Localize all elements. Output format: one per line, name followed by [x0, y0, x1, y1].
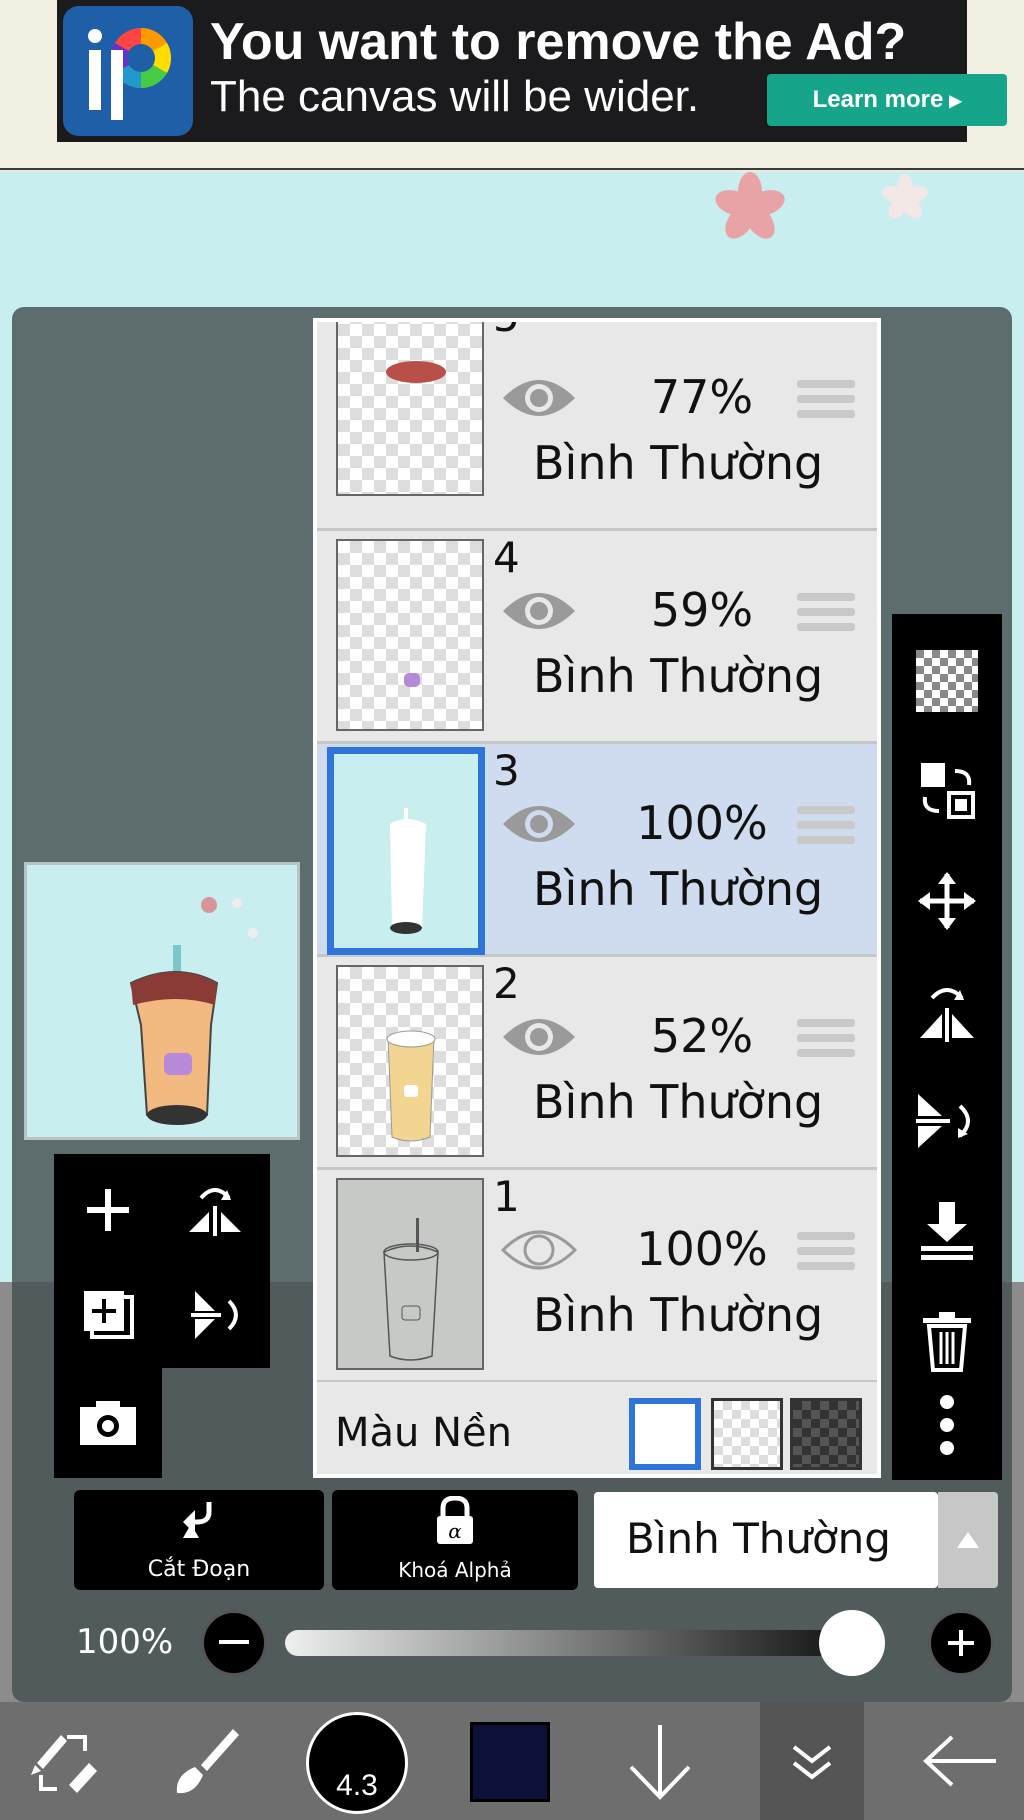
dropdown-arrow-icon[interactable] — [938, 1492, 998, 1588]
current-color-swatch[interactable] — [470, 1722, 550, 1802]
brush-icon[interactable] — [150, 1702, 260, 1820]
layer-thumbnail — [336, 1178, 484, 1370]
flip-vertical-icon[interactable] — [892, 1066, 1002, 1176]
back-arrow-icon[interactable] — [900, 1702, 1020, 1820]
layer-row-3[interactable]: 3 100% Bình Thường — [317, 744, 877, 957]
sakura-decoration — [715, 172, 785, 239]
transparency-checker-button[interactable] — [892, 626, 1002, 736]
tool-switch-icon[interactable] — [10, 1702, 120, 1820]
eye-hidden-icon[interactable] — [499, 1220, 579, 1280]
drag-handle-icon[interactable] — [797, 593, 855, 637]
background-color-row: Màu Nền — [317, 1382, 877, 1474]
layer-row-1[interactable]: 1 100% Bình Thường — [317, 1170, 877, 1383]
layer-row-4[interactable]: 4 59% Bình Thường — [317, 531, 877, 744]
ad-banner[interactable]: You want to remove the Ad? The canvas wi… — [57, 0, 1007, 142]
layer-blend-mode[interactable]: Bình Thường — [533, 649, 823, 703]
ad-bar: You want to remove the Ad? The canvas wi… — [0, 0, 1024, 170]
eye-visible-icon[interactable] — [499, 794, 579, 854]
sakura-decoration — [881, 174, 929, 219]
eye-visible-icon[interactable] — [499, 368, 579, 428]
layer-opacity[interactable]: 77% — [622, 370, 782, 424]
flip-layer-horizontal-button[interactable] — [165, 1160, 265, 1260]
drag-handle-icon[interactable] — [797, 380, 855, 424]
down-arrow-icon[interactable] — [610, 1702, 710, 1820]
opacity-label: 100% — [76, 1622, 174, 1662]
drag-handle-icon[interactable] — [797, 806, 855, 850]
drag-handle-icon[interactable] — [797, 1019, 855, 1063]
opacity-increase-button[interactable] — [928, 1610, 994, 1676]
flip-horizontal-icon[interactable] — [892, 956, 1002, 1066]
layer-opacity[interactable]: 52% — [622, 1009, 782, 1063]
layers-list[interactable]: 5 77% Bình Thường 4 59% Bình Thường 3 10… — [313, 318, 881, 1478]
alpha-lock-label: Khoá Alphả — [398, 1558, 512, 1582]
brush-size-button[interactable]: 4.3 — [306, 1712, 408, 1814]
merge-down-icon[interactable] — [892, 1176, 1002, 1286]
ad-subtitle: The canvas will be wider. — [210, 72, 700, 121]
canvas-preview[interactable] — [24, 862, 300, 1140]
duplicate-layer-button[interactable] — [58, 1265, 158, 1365]
blend-mode-value: Bình Thường — [626, 1514, 891, 1563]
background-color-label: Màu Nền — [335, 1410, 512, 1456]
add-layer-button[interactable] — [58, 1160, 158, 1260]
learn-more-label: Learn more — [812, 86, 944, 113]
layer-number: 1 — [493, 1172, 520, 1221]
bg-dark-checker-swatch[interactable] — [790, 1398, 862, 1470]
layer-number: 4 — [493, 533, 520, 582]
eye-visible-icon[interactable] — [499, 1007, 579, 1067]
ad-title: You want to remove the Ad? — [210, 13, 907, 71]
blend-mode-dropdown[interactable]: Bình Thường — [594, 1492, 938, 1588]
alpha-lock-button[interactable]: α Khoá Alphả — [332, 1490, 578, 1590]
layer-number: 2 — [493, 959, 520, 1008]
svg-text:α: α — [448, 1519, 462, 1543]
layer-blend-mode[interactable]: Bình Thường — [533, 862, 823, 916]
lock-icon: α — [437, 1496, 473, 1544]
learn-more-button[interactable]: Learn more ▸ — [767, 74, 1007, 126]
layer-opacity[interactable]: 59% — [622, 583, 782, 637]
clipping-label: Cắt Đoạn — [147, 1557, 251, 1582]
layer-thumbnail — [336, 322, 484, 496]
layer-menu-button[interactable] — [760, 1702, 864, 1820]
opacity-slider[interactable] — [285, 1630, 885, 1656]
layer-thumbnail — [327, 747, 485, 955]
bg-transparent-swatch[interactable] — [711, 1398, 783, 1470]
brush-size-value: 4.3 — [336, 1769, 378, 1802]
more-options-icon[interactable] — [892, 1370, 1002, 1480]
layer-blend-mode[interactable]: Bình Thường — [533, 436, 823, 490]
opacity-slider-knob[interactable] — [819, 1610, 885, 1676]
drag-handle-icon[interactable] — [797, 1232, 855, 1276]
layer-opacity[interactable]: 100% — [622, 796, 782, 850]
move-icon[interactable] — [892, 846, 1002, 956]
bg-white-swatch[interactable] — [629, 1398, 701, 1470]
eye-visible-icon[interactable] — [499, 581, 579, 641]
layer-thumbnail — [336, 539, 484, 731]
flip-layer-vertical-button[interactable] — [165, 1265, 265, 1365]
layer-number: 3 — [493, 746, 520, 795]
swap-layer-icon[interactable] — [892, 736, 1002, 846]
clipping-button[interactable]: Cắt Đoạn — [74, 1490, 324, 1590]
opacity-decrease-button[interactable] — [201, 1610, 267, 1676]
layer-row-5[interactable]: 5 77% Bình Thường — [317, 322, 877, 531]
layer-blend-mode[interactable]: Bình Thường — [533, 1288, 823, 1342]
play-arrow-icon: ▸ — [949, 86, 962, 114]
layer-opacity[interactable]: 100% — [622, 1222, 782, 1276]
layer-thumbnail — [336, 965, 484, 1157]
layer-number: 5 — [493, 322, 520, 341]
layer-blend-mode[interactable]: Bình Thường — [533, 1075, 823, 1129]
camera-import-button[interactable] — [58, 1372, 158, 1472]
layer-tools-right — [892, 614, 1002, 1480]
layer-row-2[interactable]: 2 52% Bình Thường — [317, 957, 877, 1170]
clipping-arrow-icon — [183, 1502, 212, 1538]
ibispaint-logo-icon — [63, 6, 193, 136]
